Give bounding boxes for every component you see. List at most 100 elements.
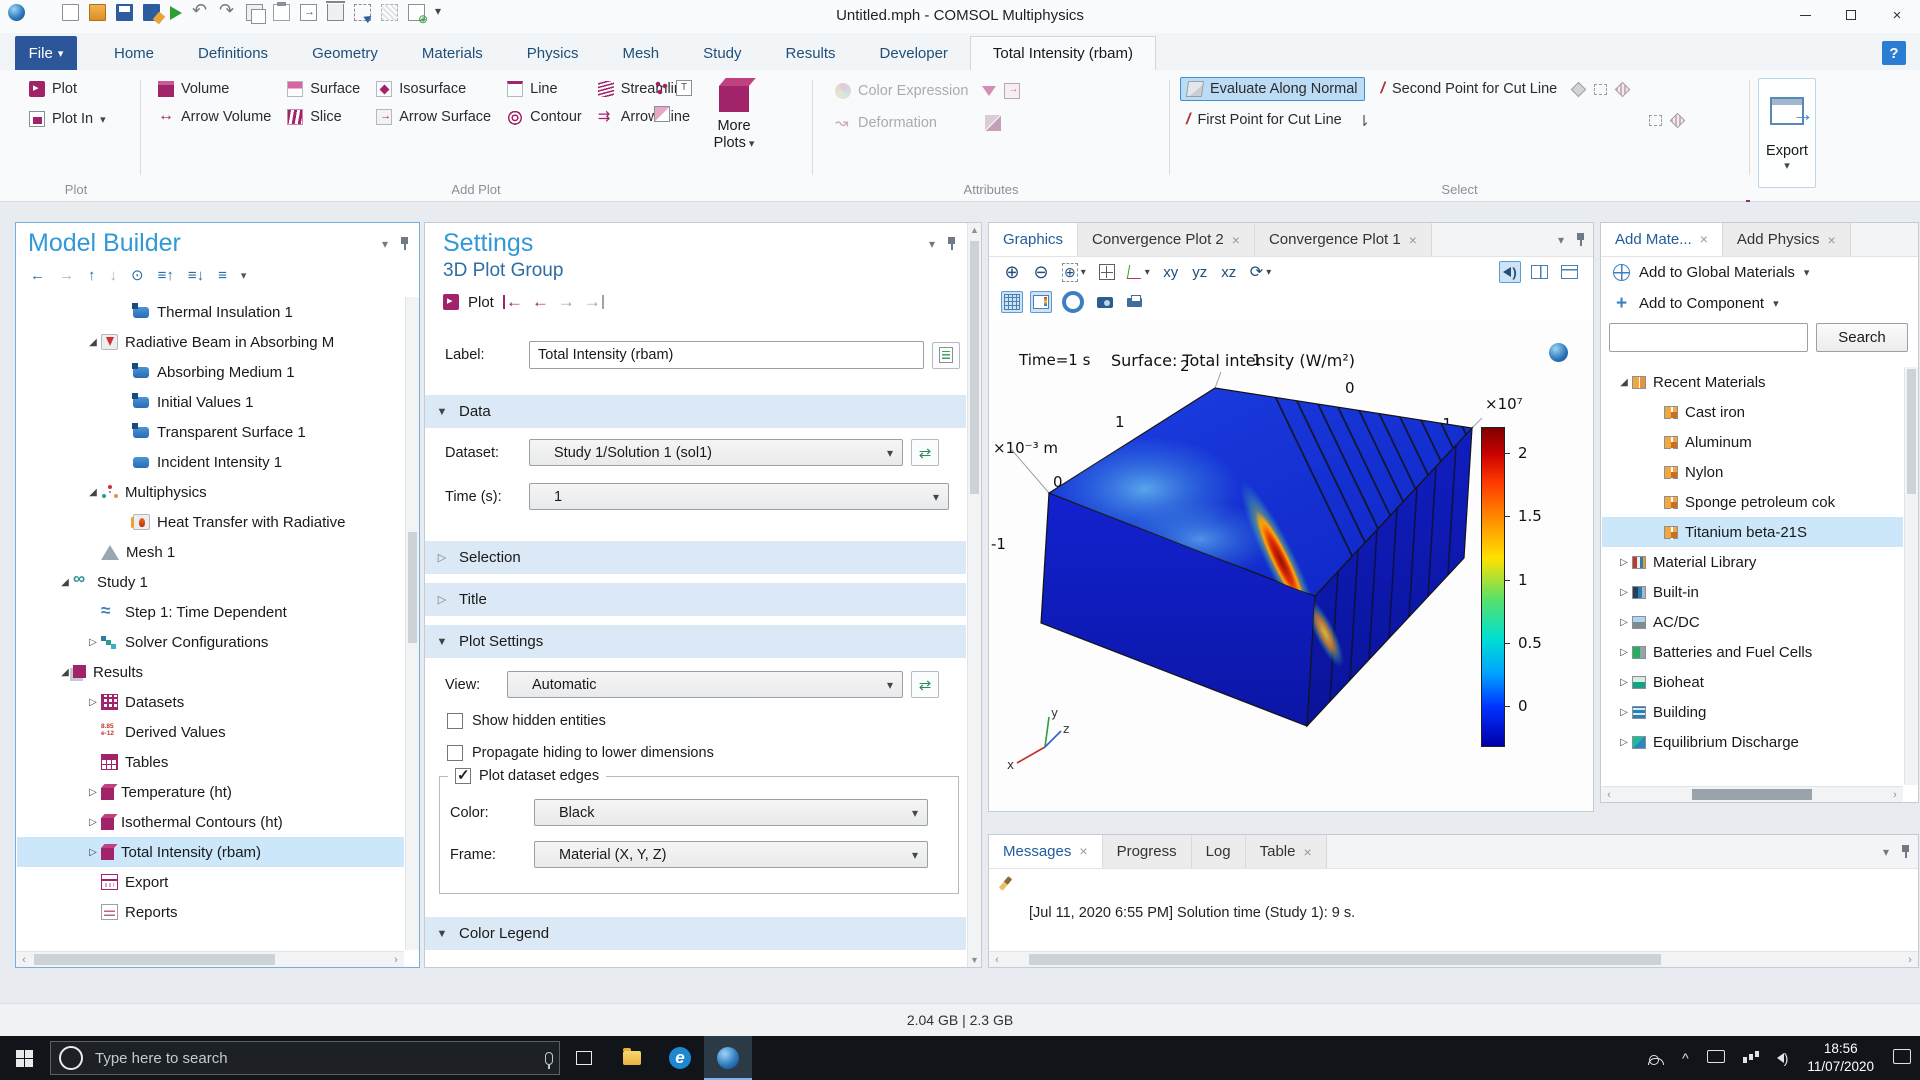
panel-menu-icon[interactable]: ▾ xyxy=(1558,233,1564,247)
close-button[interactable]: × xyxy=(1874,0,1920,30)
ribbon-tab[interactable]: Mesh xyxy=(600,36,681,70)
ribbon-tab[interactable]: Results xyxy=(764,36,858,70)
add-plot-button[interactable]: Isosurface xyxy=(370,78,497,100)
tree-expand-icon[interactable]: ▷ xyxy=(1616,617,1632,628)
section-plot-settings[interactable]: ▼Plot Settings xyxy=(425,625,966,658)
minimize-button[interactable] xyxy=(1782,0,1828,30)
tree-row[interactable]: ▷ Solver Configurations xyxy=(17,627,404,657)
graphics-tool-icon[interactable] xyxy=(1123,291,1145,313)
material-list-item[interactable]: ▷ Bioheat xyxy=(1602,667,1903,697)
messages-tab[interactable]: Table xyxy=(1246,835,1327,868)
ribbon-tab[interactable]: Total Intensity (rbam) xyxy=(970,36,1156,70)
edge-color-select[interactable]: Black xyxy=(534,799,928,826)
cut-line-drop-icon[interactable] xyxy=(1358,112,1374,128)
material-list-item[interactable]: ▷ AC/DC xyxy=(1602,607,1903,637)
tree-expand-icon[interactable]: ◢ xyxy=(57,577,73,588)
time-select[interactable]: 1 xyxy=(529,483,949,510)
evaluate-along-normal-button[interactable]: Evaluate Along Normal xyxy=(1180,77,1365,101)
settings-plot-button[interactable]: Plot xyxy=(468,294,494,311)
tree-expand-icon[interactable]: ◢ xyxy=(85,337,101,348)
taskbar-search[interactable] xyxy=(50,1041,560,1075)
add-plot-mini-icon[interactable] xyxy=(676,80,692,96)
invert-selection-icon[interactable] xyxy=(1670,112,1686,128)
pin-icon[interactable] xyxy=(947,237,956,250)
section-selection[interactable]: ▷Selection xyxy=(425,541,966,574)
graphics-tab[interactable]: Graphics xyxy=(989,223,1078,256)
add-plot-button[interactable]: Line xyxy=(501,78,588,100)
material-list-item[interactable]: Sponge petroleum cok xyxy=(1602,487,1903,517)
material-list-item[interactable]: ◢ Recent Materials xyxy=(1602,367,1903,397)
notifications-button[interactable] xyxy=(1884,1036,1920,1080)
pin-icon[interactable] xyxy=(1901,845,1910,858)
add-plot-mini-icon[interactable] xyxy=(654,106,670,122)
tree-row[interactable]: ◢ Study 1 xyxy=(17,567,404,597)
ribbon-tab[interactable]: Definitions xyxy=(176,36,290,70)
plot-canvas[interactable]: Time=1 s Surface: Total intensity (W/m²)… xyxy=(989,321,1593,811)
tree-expand-icon[interactable]: ▷ xyxy=(85,637,101,648)
panel-menu-icon[interactable]: ▾ xyxy=(929,237,935,251)
graphics-tool-icon[interactable] xyxy=(1499,261,1521,283)
ribbon-tab[interactable]: Geometry xyxy=(290,36,400,70)
tree-toolbar-icon[interactable]: ⊙ xyxy=(131,266,144,284)
tree-row[interactable]: ◢ Multiphysics xyxy=(17,477,404,507)
tree-row[interactable]: Incident Intensity 1 xyxy=(17,447,404,477)
more-plots-button[interactable]: More Plots xyxy=(702,76,766,180)
material-search-input[interactable] xyxy=(1609,323,1808,352)
add-material-tab[interactable]: Add Physics xyxy=(1723,223,1851,256)
messages-tab[interactable]: Log xyxy=(1192,835,1246,868)
tree-expand-icon[interactable]: ▷ xyxy=(1616,587,1632,598)
tree-toolbar-icon[interactable]: ≡ xyxy=(218,267,227,284)
graphics-tool-icon[interactable]: xz xyxy=(1218,261,1240,283)
tree-row[interactable]: Derived Values xyxy=(17,717,404,747)
section-color-legend[interactable]: ▼Color Legend xyxy=(425,917,966,950)
tree-row[interactable]: Initial Values 1 xyxy=(17,387,404,417)
tree-expand-icon[interactable]: ▷ xyxy=(85,787,101,798)
graphics-tool-icon[interactable] xyxy=(1059,261,1089,283)
ribbon-tab[interactable]: Study xyxy=(681,36,763,70)
material-list-item[interactable]: Aluminum xyxy=(1602,427,1903,457)
tree-row[interactable]: ◢ Results xyxy=(17,657,404,687)
filter-icon[interactable] xyxy=(982,86,996,96)
tree-expand-icon[interactable]: ▷ xyxy=(85,847,101,858)
people-button[interactable] xyxy=(1640,1036,1673,1080)
tree-toolbar-icon[interactable]: ← xyxy=(30,267,45,284)
add-plot-button[interactable]: Arrow Surface xyxy=(370,106,497,128)
pin-icon[interactable] xyxy=(400,237,409,250)
graphics-tool-icon[interactable] xyxy=(1247,261,1274,283)
tree-expand-icon[interactable]: ▷ xyxy=(1616,707,1632,718)
add-to-global-materials-button[interactable]: Add to Global Materials▾ xyxy=(1601,257,1918,288)
start-button[interactable] xyxy=(0,1036,48,1080)
tree-expand-icon[interactable]: ▷ xyxy=(85,697,101,708)
edge-button[interactable]: e xyxy=(656,1036,704,1080)
tree-row[interactable]: Absorbing Medium 1 xyxy=(17,357,404,387)
ribbon-tab[interactable]: Home xyxy=(92,36,176,70)
tree-expand-icon[interactable]: ▷ xyxy=(1616,677,1632,688)
tree-row[interactable]: Step 1: Time Dependent xyxy=(17,597,404,627)
add-plot-button[interactable]: Volume xyxy=(152,78,277,100)
messages-tab[interactable]: Progress xyxy=(1103,835,1192,868)
tree-toolbar-icon[interactable]: ▾ xyxy=(241,269,247,282)
comsol-taskbar-button[interactable] xyxy=(704,1036,752,1080)
tree-row[interactable]: ▷ Total Intensity (rbam) xyxy=(17,837,404,867)
hidden-icons-button[interactable]: ^ xyxy=(1673,1036,1698,1080)
tree-row[interactable]: ◢ Radiative Beam in Absorbing M xyxy=(17,327,404,357)
close-tab-icon[interactable] xyxy=(1079,843,1087,859)
network-button[interactable] xyxy=(1734,1036,1768,1080)
taskbar-clock[interactable]: 18:56 11/07/2020 xyxy=(1797,1040,1884,1076)
add-to-component-button[interactable]: + Add to Component▾ xyxy=(1601,288,1918,319)
tree-expand-icon[interactable]: ◢ xyxy=(57,667,73,678)
tree-expand-icon[interactable]: ◢ xyxy=(1616,377,1632,388)
tree-toolbar-icon[interactable]: → xyxy=(59,267,74,284)
panel-menu-icon[interactable]: ▾ xyxy=(382,237,388,251)
section-data[interactable]: ▼Data xyxy=(425,395,966,428)
plot-last-icon[interactable]: → xyxy=(584,295,604,309)
box-deselect-icon[interactable] xyxy=(1649,115,1662,126)
graphics-tool-icon[interactable] xyxy=(1059,291,1087,313)
close-tab-icon[interactable] xyxy=(1232,232,1240,248)
ribbon-tab[interactable]: Materials xyxy=(400,36,505,70)
graphics-tool-icon[interactable] xyxy=(1125,261,1153,283)
ribbon-tab[interactable]: Physics xyxy=(505,36,601,70)
messages-horizontal-scrollbar[interactable]: ‹› xyxy=(989,951,1918,967)
tree-row[interactable]: Mesh 1 xyxy=(17,537,404,567)
go-to-source-button[interactable] xyxy=(911,439,939,466)
